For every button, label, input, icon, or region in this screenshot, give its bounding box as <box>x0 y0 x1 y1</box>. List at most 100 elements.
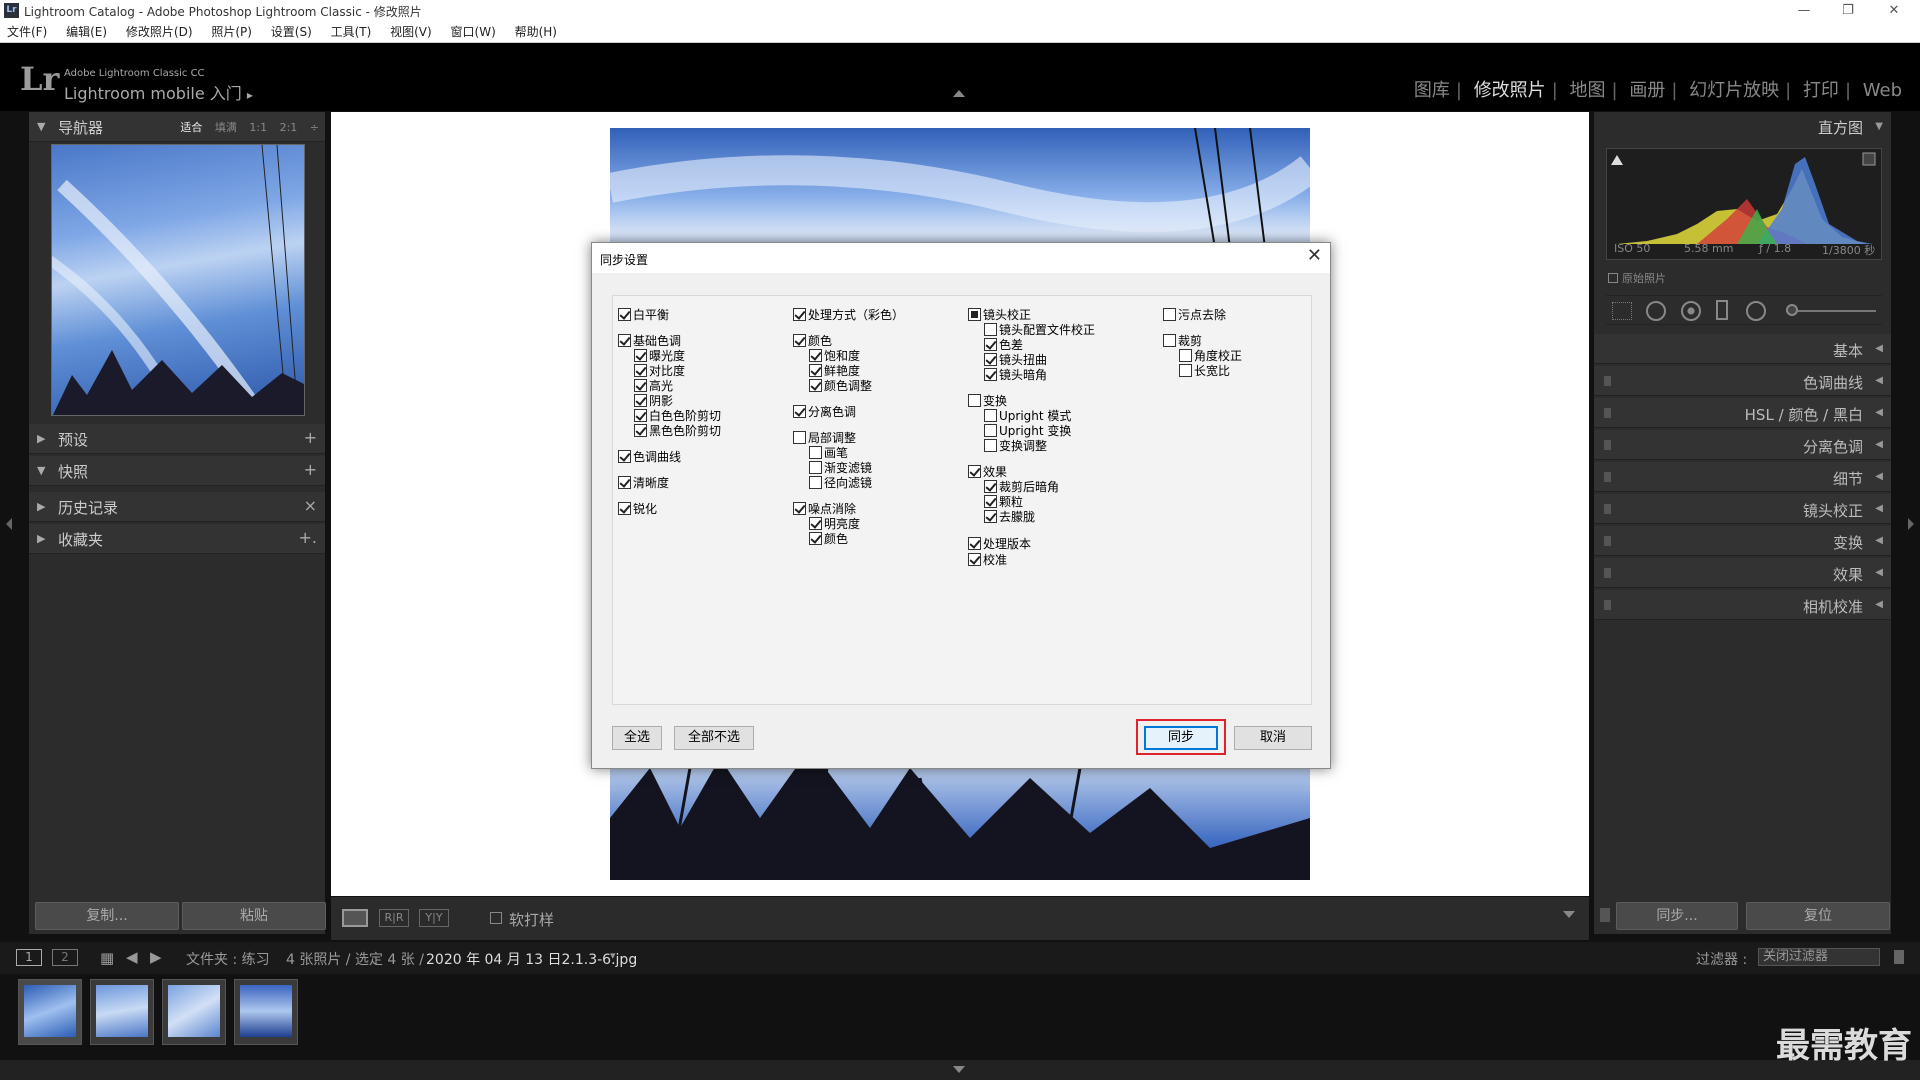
sync-option[interactable]: 效果 <box>968 465 1007 479</box>
sync-option[interactable]: 裁剪 <box>1163 334 1202 348</box>
sync-option[interactable]: 高光 <box>634 379 673 393</box>
forward-arrow-icon[interactable]: ▶ <box>150 948 162 966</box>
mobile-intro[interactable]: Lightroom mobile 入门 ▸ <box>64 80 253 104</box>
panel-tone-curve[interactable]: 色调曲线 ◀ <box>1594 366 1891 396</box>
checkbox-icon[interactable] <box>984 510 997 523</box>
collections-header[interactable]: ▶ 收藏夹 +. <box>29 524 325 554</box>
panel-switch-icon[interactable] <box>1604 536 1611 546</box>
sync-option[interactable]: 鲜艳度 <box>809 364 860 378</box>
filename-dropdown-icon[interactable]: ▾ <box>610 949 616 962</box>
checkbox-icon[interactable] <box>984 409 997 422</box>
copy-settings-button[interactable]: 复制... <box>35 902 179 930</box>
filmstrip-thumb[interactable] <box>90 979 154 1045</box>
navigator-header[interactable]: ▼ 导航器 适合 填满 1:1 2:1 ÷ <box>29 112 325 142</box>
sync-option[interactable]: 曝光度 <box>634 349 685 363</box>
sync-option[interactable]: 校准 <box>968 553 1007 567</box>
sync-button[interactable]: 同步 <box>1144 726 1218 750</box>
sync-option[interactable]: 镜头扭曲 <box>984 353 1047 367</box>
checkbox-icon[interactable] <box>968 465 981 478</box>
checkbox-icon[interactable] <box>634 349 647 362</box>
checkbox-icon[interactable] <box>793 308 806 321</box>
grid-view-icon[interactable]: ▦ <box>100 949 114 967</box>
panel-switch-icon[interactable] <box>1604 408 1611 418</box>
panel-transform[interactable]: 变换 ◀ <box>1594 526 1891 556</box>
before-after-copy-icon[interactable]: Y|Y <box>419 909 449 927</box>
sync-option[interactable]: 白平衡 <box>618 308 669 322</box>
sync-option[interactable]: 阴影 <box>634 394 673 408</box>
module-web[interactable]: Web <box>1863 80 1902 101</box>
checkbox-icon[interactable] <box>618 334 631 347</box>
sync-option[interactable]: Upright 模式 <box>984 409 1071 423</box>
module-library[interactable]: 图库 <box>1414 80 1450 101</box>
menu-settings[interactable]: 设置(S) <box>271 22 312 42</box>
menu-help[interactable]: 帮助(H) <box>515 22 557 42</box>
auto-sync-switch-icon[interactable] <box>1600 908 1610 922</box>
filmstrip-thumb[interactable] <box>234 979 298 1045</box>
sync-option[interactable]: 变换调整 <box>984 439 1047 453</box>
checkbox-icon[interactable] <box>618 450 631 463</box>
sync-option[interactable]: 处理版本 <box>968 537 1031 551</box>
checkbox-icon[interactable] <box>984 439 997 452</box>
checkbox-icon[interactable] <box>1179 364 1192 377</box>
sync-option[interactable]: 污点去除 <box>1163 308 1226 322</box>
menu-photo[interactable]: 照片(P) <box>211 22 252 42</box>
brush-slider[interactable] <box>1786 310 1876 312</box>
panel-switch-icon[interactable] <box>1604 440 1611 450</box>
checkbox-icon[interactable] <box>634 379 647 392</box>
filmstrip-thumb[interactable] <box>162 979 226 1045</box>
panel-detail[interactable]: 细节 ◀ <box>1594 462 1891 492</box>
crop-tool-icon[interactable] <box>1612 302 1632 320</box>
checkbox-icon[interactable] <box>793 502 806 515</box>
filmstrip-thumb[interactable] <box>18 979 82 1045</box>
sync-option[interactable]: 角度校正 <box>1179 349 1242 363</box>
checkbox-icon[interactable] <box>793 431 806 444</box>
zoom-fit[interactable]: 适合 <box>180 121 202 134</box>
collapse-bottom-icon[interactable] <box>953 1066 965 1073</box>
checkbox-icon[interactable] <box>984 480 997 493</box>
triangle-down-icon[interactable]: ▼ <box>1875 121 1883 132</box>
checkbox-icon[interactable] <box>809 517 822 530</box>
checkbox-icon[interactable] <box>984 424 997 437</box>
checkbox-icon[interactable] <box>793 405 806 418</box>
module-book[interactable]: 画册 <box>1629 80 1665 101</box>
menu-edit[interactable]: 编辑(E) <box>66 22 107 42</box>
checkbox-icon[interactable] <box>634 394 647 407</box>
folder-path[interactable]: 文件夹 : 练习 <box>186 949 270 969</box>
checkbox-icon[interactable] <box>984 368 997 381</box>
sync-option[interactable]: 饱和度 <box>809 349 860 363</box>
sync-option[interactable]: 裁剪后暗角 <box>984 480 1059 494</box>
history-header[interactable]: ▶ 历史记录 × <box>29 492 325 522</box>
menu-window[interactable]: 窗口(W) <box>451 22 496 42</box>
restore-button[interactable]: ❐ <box>1826 1 1870 21</box>
panel-calibration[interactable]: 相机校准 ◀ <box>1594 590 1891 620</box>
sync-settings-button[interactable]: 同步... <box>1616 902 1738 930</box>
sync-option[interactable]: 颜色调整 <box>809 379 872 393</box>
panel-switch-icon[interactable] <box>1604 600 1611 610</box>
collapse-top-icon[interactable] <box>953 90 965 97</box>
sync-option[interactable]: 色差 <box>984 338 1023 352</box>
checkbox-icon[interactable] <box>968 553 981 566</box>
checkbox-icon[interactable] <box>984 323 997 336</box>
menu-file[interactable]: 文件(F) <box>7 22 47 42</box>
dialog-close-icon[interactable]: ✕ <box>1307 245 1322 266</box>
brush-slider-thumb-icon[interactable] <box>1786 304 1798 316</box>
right-collapse-icon[interactable] <box>1908 518 1914 530</box>
sync-option[interactable]: 白色色阶剪切 <box>634 409 721 423</box>
spot-removal-icon[interactable] <box>1646 301 1666 321</box>
zoom-more-icon[interactable]: ÷ <box>310 121 319 134</box>
zoom-1to1[interactable]: 1:1 <box>249 121 267 134</box>
checkbox-icon[interactable] <box>618 476 631 489</box>
left-collapse-icon[interactable] <box>6 518 12 530</box>
checkbox-icon[interactable] <box>968 308 981 321</box>
sync-option[interactable]: 颜色 <box>793 334 832 348</box>
panel-effects[interactable]: 效果 ◀ <box>1594 558 1891 588</box>
snapshots-header[interactable]: ▼ 快照 + <box>29 456 325 486</box>
reset-button[interactable]: 复位 <box>1746 902 1890 930</box>
select-none-button[interactable]: 全部不选 <box>674 726 754 750</box>
sync-option[interactable]: 对比度 <box>634 364 685 378</box>
checkbox-icon[interactable] <box>1163 334 1176 347</box>
checkbox-icon[interactable] <box>809 379 822 392</box>
sync-option[interactable]: 颗粒 <box>984 495 1023 509</box>
checkbox-icon[interactable] <box>809 532 822 545</box>
sync-option[interactable]: 镜头校正 <box>968 308 1031 322</box>
